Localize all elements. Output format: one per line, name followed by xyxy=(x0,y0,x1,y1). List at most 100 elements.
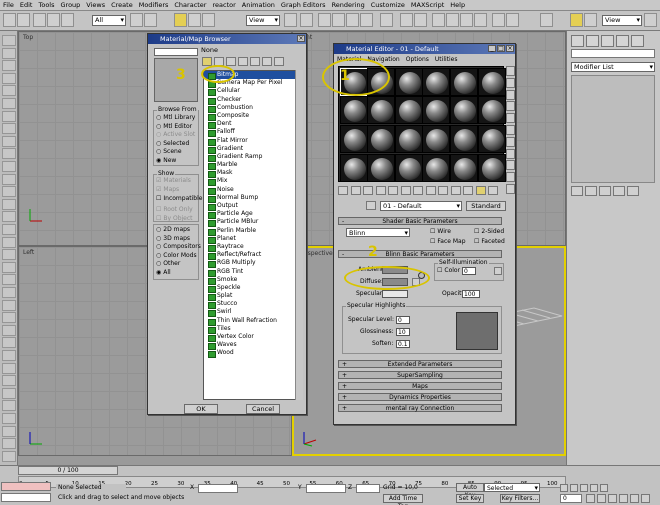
left-tool-icon[interactable] xyxy=(2,375,16,387)
left-tool-icon[interactable] xyxy=(2,85,16,97)
editor-side-tool-icon[interactable] xyxy=(506,66,515,76)
browser-titlebar[interactable]: Material/Map Browser × xyxy=(148,34,306,44)
editor-side-tool-icon[interactable] xyxy=(506,125,515,135)
map-list-item[interactable]: Smoke xyxy=(204,276,302,285)
menu-graph-editors[interactable]: Graph Editors xyxy=(278,0,329,11)
show-checkbox[interactable]: By Object xyxy=(156,215,192,223)
editor-bottom-tool-icon[interactable] xyxy=(388,186,398,195)
link-icon[interactable] xyxy=(33,13,46,27)
faceted-checkbox[interactable]: Faceted xyxy=(474,238,504,246)
left-tool-icon[interactable] xyxy=(2,161,16,172)
previous-frame-icon[interactable] xyxy=(570,484,578,492)
menu-views[interactable]: Views xyxy=(83,0,108,11)
next-frame-icon[interactable] xyxy=(590,484,598,492)
map-type-radio[interactable]: Other xyxy=(156,260,180,268)
map-list-item[interactable]: Speckle xyxy=(204,284,302,294)
rollout-header[interactable]: + mental ray Connection xyxy=(338,404,502,412)
modify-tab-icon[interactable] xyxy=(586,35,599,47)
render-type-icon[interactable] xyxy=(540,13,553,27)
browse-from-radio[interactable]: Mtl Library xyxy=(156,114,195,122)
left-tool-icon[interactable] xyxy=(2,400,16,412)
pan-icon[interactable] xyxy=(619,494,628,503)
show-end-result-icon[interactable] xyxy=(585,186,597,196)
left-tool-icon[interactable] xyxy=(2,425,16,437)
selection-filter-dropdown[interactable]: All xyxy=(92,15,126,26)
sample-slot[interactable] xyxy=(394,67,423,96)
menu-create[interactable]: Create xyxy=(108,0,136,11)
align-icon[interactable] xyxy=(414,13,427,27)
layer-manager-icon[interactable] xyxy=(432,13,445,27)
editor-side-tool-icon[interactable] xyxy=(506,184,515,194)
left-tool-icon[interactable] xyxy=(2,186,16,198)
menu-edit[interactable]: Edit xyxy=(17,0,36,11)
glossiness-value[interactable]: 10 xyxy=(396,328,410,336)
material-type-button[interactable]: Standard xyxy=(466,201,506,211)
left-tool-icon[interactable] xyxy=(2,387,16,399)
maxscript-listener[interactable] xyxy=(1,482,51,491)
viewport-label[interactable]: Top xyxy=(23,34,33,41)
map-list-item[interactable]: Output xyxy=(204,202,302,212)
quick-render-icon[interactable] xyxy=(506,13,519,27)
sample-slot[interactable] xyxy=(422,96,451,125)
sample-slot[interactable] xyxy=(422,125,451,154)
curve-editor-icon[interactable] xyxy=(446,13,459,27)
left-tool-icon[interactable] xyxy=(2,110,16,122)
map-list-item[interactable]: Mix xyxy=(204,177,302,187)
map-type-radio[interactable]: 2D maps xyxy=(156,226,190,234)
map-list-item[interactable]: Wood xyxy=(204,349,302,359)
material-name-field[interactable]: 01 - Default xyxy=(380,201,462,211)
browse-from-radio[interactable]: Selected xyxy=(156,140,189,148)
menu-file[interactable]: File xyxy=(0,0,17,11)
left-tool-icon[interactable] xyxy=(2,324,16,336)
close-icon[interactable]: × xyxy=(297,35,305,42)
menu-reactor[interactable]: reactor xyxy=(209,0,238,11)
editor-bottom-tool-icon[interactable] xyxy=(438,186,448,195)
menu-character[interactable]: Character xyxy=(171,0,209,11)
left-tool-icon[interactable] xyxy=(2,261,16,273)
menu-customize[interactable]: Customize xyxy=(368,0,408,11)
unlink-icon[interactable] xyxy=(47,13,60,27)
editor-side-tool-icon[interactable] xyxy=(506,172,515,183)
y-coordinate[interactable] xyxy=(306,484,346,493)
map-list-item[interactable]: Swirl xyxy=(204,308,302,318)
menu-group[interactable]: Group xyxy=(58,0,84,11)
editor-bottom-tool-icon[interactable] xyxy=(488,186,498,195)
sample-slot[interactable] xyxy=(477,125,506,154)
map-list-item[interactable]: Marble xyxy=(204,161,302,171)
menu-animation[interactable]: Animation xyxy=(239,0,278,11)
viewport-label[interactable]: Left xyxy=(23,249,34,256)
menu-modifiers[interactable]: Modifiers xyxy=(136,0,172,11)
key-filters-button[interactable]: Key Filters... xyxy=(500,494,540,503)
left-tool-icon[interactable] xyxy=(2,274,16,286)
editor-side-tool-icon[interactable] xyxy=(506,113,515,124)
percent-snap-icon[interactable] xyxy=(346,13,359,27)
schematic-view-icon[interactable] xyxy=(460,13,473,27)
map-list-item[interactable]: Particle MBlur xyxy=(204,218,302,228)
set-key-button[interactable]: Set Key xyxy=(456,494,484,503)
editor-side-tool-icon[interactable] xyxy=(506,77,515,88)
sample-slot[interactable] xyxy=(477,67,506,96)
editor-menu-options[interactable]: Options xyxy=(406,55,429,64)
sample-slot[interactable] xyxy=(449,67,478,96)
editor-side-tool-icon[interactable] xyxy=(506,160,515,171)
modifier-list-dropdown[interactable]: Modifier List xyxy=(571,62,655,72)
undo-icon[interactable] xyxy=(3,13,16,27)
left-tool-icon[interactable] xyxy=(2,362,16,374)
map-list-item[interactable]: Noise xyxy=(204,186,302,195)
angle-snap-icon[interactable] xyxy=(332,13,345,27)
go-to-start-icon[interactable] xyxy=(560,484,568,492)
map-list-item[interactable]: Stucco xyxy=(204,300,302,310)
script-input[interactable] xyxy=(1,493,51,502)
ok-button[interactable]: OK xyxy=(184,404,218,414)
specular-swatch[interactable] xyxy=(382,290,408,298)
editor-bottom-tool-icon[interactable] xyxy=(450,186,461,195)
rollout-header[interactable]: + Maps xyxy=(338,382,502,390)
reference-coordinate-dropdown-2[interactable]: View xyxy=(602,15,642,26)
pin-stack-icon[interactable] xyxy=(571,186,583,196)
editor-side-tool-icon[interactable] xyxy=(506,89,515,100)
map-list-item[interactable]: Composite xyxy=(204,112,302,122)
left-tool-icon[interactable] xyxy=(2,173,16,185)
map-list-item[interactable]: Normal Bump xyxy=(204,194,302,204)
map-list-item[interactable]: Cellular xyxy=(204,87,302,97)
map-list-item[interactable]: RGB Tint xyxy=(204,268,302,277)
